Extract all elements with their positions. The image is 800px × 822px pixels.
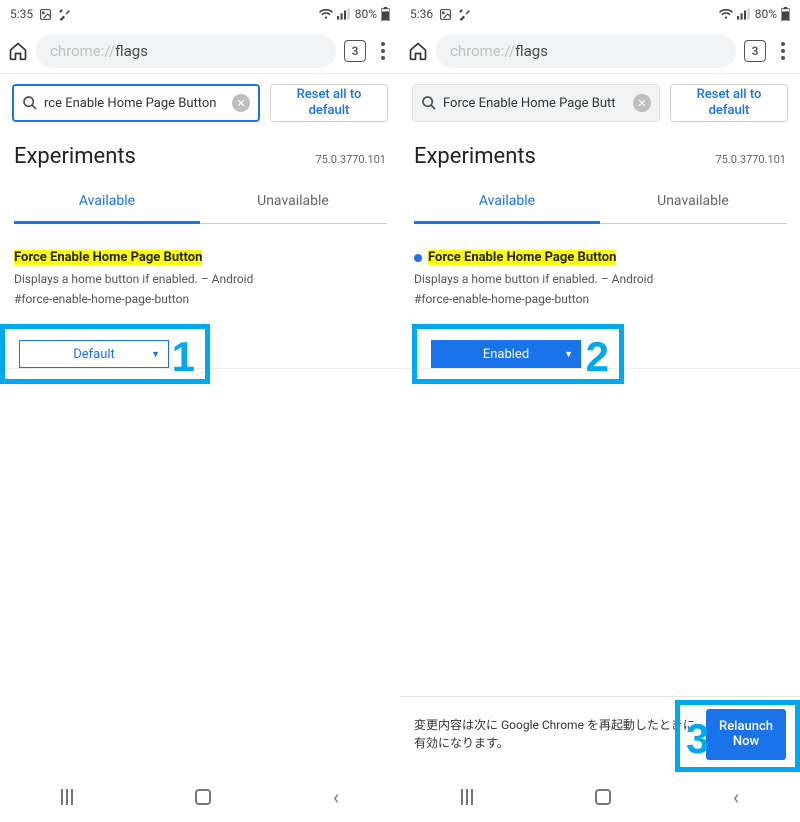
nav-back-icon[interactable]: ‹ — [333, 785, 339, 809]
tab-unavailable[interactable]: Unavailable — [200, 179, 386, 223]
flag-hash: #force-enable-home-page-button — [414, 292, 786, 306]
reset-button[interactable]: Reset all to default — [670, 84, 788, 122]
search-row: rce Enable Home Page Button ✕ Reset all … — [0, 74, 400, 132]
battery-pct: 80% — [755, 7, 777, 21]
menu-icon[interactable] — [374, 42, 392, 60]
search-text: rce Enable Home Page Button — [44, 96, 226, 111]
page-title: Experiments — [14, 144, 136, 169]
picture-icon — [439, 8, 452, 21]
status-bar: 5:36 80% — [400, 0, 800, 28]
panel-left: 5:35 80% chrome://flags 3 rce Enable H — [0, 0, 400, 822]
flag-select[interactable]: Enabled ▼ — [431, 340, 581, 368]
search-icon — [421, 95, 437, 111]
tabs: Available Unavailable — [414, 179, 786, 224]
signal-icon — [337, 8, 351, 20]
tab-available[interactable]: Available — [14, 179, 200, 223]
experiments-header: Experiments 75.0.3770.101 — [0, 132, 400, 179]
search-row: Force Enable Home Page Butt ✕ Reset all … — [400, 74, 800, 132]
battery-pct: 80% — [355, 7, 377, 21]
nav-recent-icon[interactable] — [61, 789, 73, 805]
clear-icon[interactable]: ✕ — [232, 94, 250, 112]
flag-entry: Force Enable Home Page Button Displays a… — [400, 224, 800, 316]
nav-bar: ‹ — [0, 772, 400, 822]
home-icon[interactable] — [408, 41, 428, 61]
flag-title: Force Enable Home Page Button — [428, 250, 616, 265]
page-title: Experiments — [414, 144, 536, 169]
signal-icon — [737, 8, 751, 20]
callout-box-3: 3 — [675, 700, 800, 772]
tabs: Available Unavailable — [14, 179, 386, 224]
search-input[interactable]: rce Enable Home Page Button ✕ — [12, 84, 260, 122]
panel-right: 5:36 80% chrome://flags 3 Force Enable — [400, 0, 800, 822]
tools-icon — [458, 8, 471, 21]
flag-select[interactable]: Default ▼ — [19, 340, 169, 368]
search-input[interactable]: Force Enable Home Page Butt ✕ — [412, 84, 660, 122]
callout-box-1: Default ▼ 1 — [0, 324, 210, 384]
nav-recent-icon[interactable] — [461, 789, 473, 805]
url-scheme: chrome:// — [450, 42, 515, 60]
search-icon — [22, 95, 38, 111]
nav-back-icon[interactable]: ‹ — [733, 785, 739, 809]
picture-icon — [39, 8, 52, 21]
reset-button[interactable]: Reset all to default — [270, 84, 388, 122]
chevron-down-icon: ▼ — [564, 349, 573, 360]
tools-icon — [58, 8, 71, 21]
status-bar: 5:35 80% — [0, 0, 400, 28]
address-bar: chrome://flags 3 — [400, 28, 800, 74]
nav-home-icon[interactable] — [195, 789, 211, 805]
menu-icon[interactable] — [774, 42, 792, 60]
callout-number: 1 — [172, 333, 195, 381]
changed-dot-icon — [414, 254, 422, 262]
wifi-icon — [319, 8, 333, 20]
wifi-icon — [719, 8, 733, 20]
battery-icon — [381, 7, 390, 21]
url-path: flags — [115, 42, 148, 60]
address-bar: chrome://flags 3 — [0, 28, 400, 74]
tab-available[interactable]: Available — [414, 179, 600, 223]
version-label: 75.0.3770.101 — [715, 153, 786, 166]
experiments-header: Experiments 75.0.3770.101 — [400, 132, 800, 179]
flag-title: Force Enable Home Page Button — [14, 250, 202, 265]
home-icon[interactable] — [8, 41, 28, 61]
url-scheme: chrome:// — [50, 42, 115, 60]
tab-unavailable[interactable]: Unavailable — [600, 179, 786, 223]
status-time: 5:35 — [10, 7, 33, 21]
relaunch-message: 変更内容は次に Google Chrome を再起動したときに有効になります。 — [414, 716, 696, 752]
select-value: Enabled — [483, 347, 529, 362]
nav-bar: ‹ — [400, 772, 800, 822]
flag-hash: #force-enable-home-page-button — [14, 292, 386, 306]
select-value: Default — [73, 347, 115, 362]
callout-number: 2 — [586, 333, 609, 381]
flag-desc: Displays a home button if enabled. – And… — [414, 271, 786, 288]
chevron-down-icon: ▼ — [151, 349, 160, 360]
status-time: 5:36 — [410, 7, 433, 21]
search-text: Force Enable Home Page Butt — [443, 96, 627, 111]
flag-desc: Displays a home button if enabled. – And… — [14, 271, 386, 288]
callout-box-2: Enabled ▼ 2 — [412, 324, 624, 384]
callout-number: 3 — [686, 715, 709, 763]
url-path: flags — [515, 42, 548, 60]
nav-home-icon[interactable] — [595, 789, 611, 805]
tab-count[interactable]: 3 — [344, 40, 366, 62]
battery-icon — [781, 7, 790, 21]
flag-entry: Force Enable Home Page Button Displays a… — [0, 224, 400, 316]
version-label: 75.0.3770.101 — [315, 153, 386, 166]
url-bar[interactable]: chrome://flags — [436, 34, 736, 68]
clear-icon[interactable]: ✕ — [633, 94, 651, 112]
url-bar[interactable]: chrome://flags — [36, 34, 336, 68]
tab-count[interactable]: 3 — [744, 40, 766, 62]
